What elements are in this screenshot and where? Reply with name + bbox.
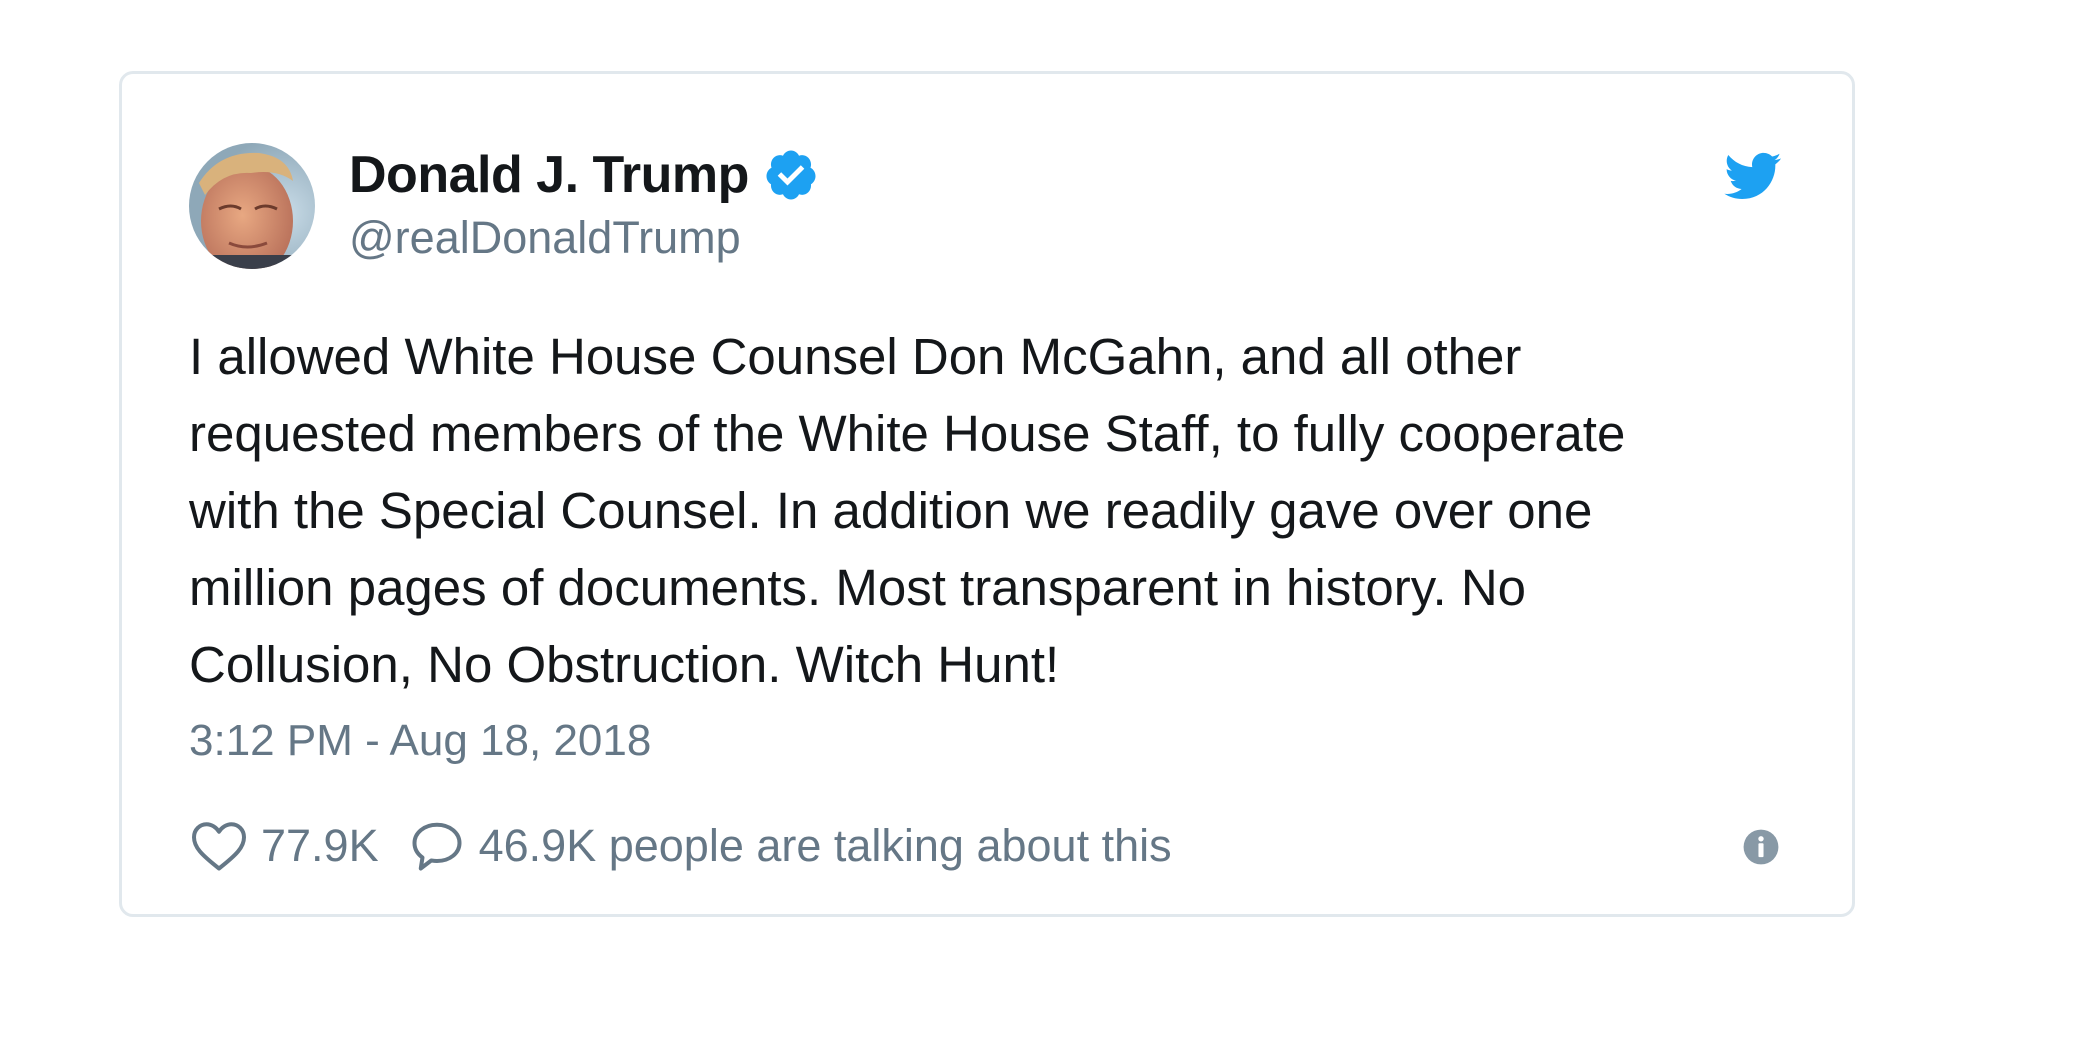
avatar-image (189, 143, 315, 269)
tweet-line: with the Special Counsel. In addition we… (189, 482, 1593, 539)
like-button[interactable]: 77.9K (189, 816, 379, 876)
twitter-bird-icon[interactable] (1720, 146, 1784, 206)
verified-badge-icon (766, 150, 816, 200)
heart-icon (192, 822, 246, 871)
talking-count-text: 46.9K people are talking about this (478, 820, 1172, 871)
tweet-line: Collusion, No Obstruction. Witch Hunt! (189, 636, 1060, 693)
user-handle[interactable]: @realDonaldTrump (349, 212, 741, 264)
talking-link[interactable]: 46.9K people are talking about this (379, 816, 1172, 876)
engagement-bar: 77.9K 46.9K people are talking about thi… (189, 814, 1172, 878)
tweet-text: I allowed White House Counsel Don McGahn… (189, 318, 1789, 703)
avatar[interactable] (189, 143, 315, 269)
speech-bubble-icon (412, 822, 462, 871)
info-icon[interactable] (1742, 828, 1780, 866)
display-name[interactable]: Donald J. Trump (349, 145, 749, 205)
tweet-line: million pages of documents. Most transpa… (189, 559, 1527, 616)
tweet-line: requested members of the White House Sta… (189, 405, 1626, 462)
user-name-row[interactable]: Donald J. Trump (349, 140, 819, 210)
like-count: 77.9K (261, 820, 379, 871)
tweet-line: I allowed White House Counsel Don McGahn… (189, 328, 1522, 385)
tweet-timestamp[interactable]: 3:12 PM - Aug 18, 2018 (189, 716, 651, 766)
